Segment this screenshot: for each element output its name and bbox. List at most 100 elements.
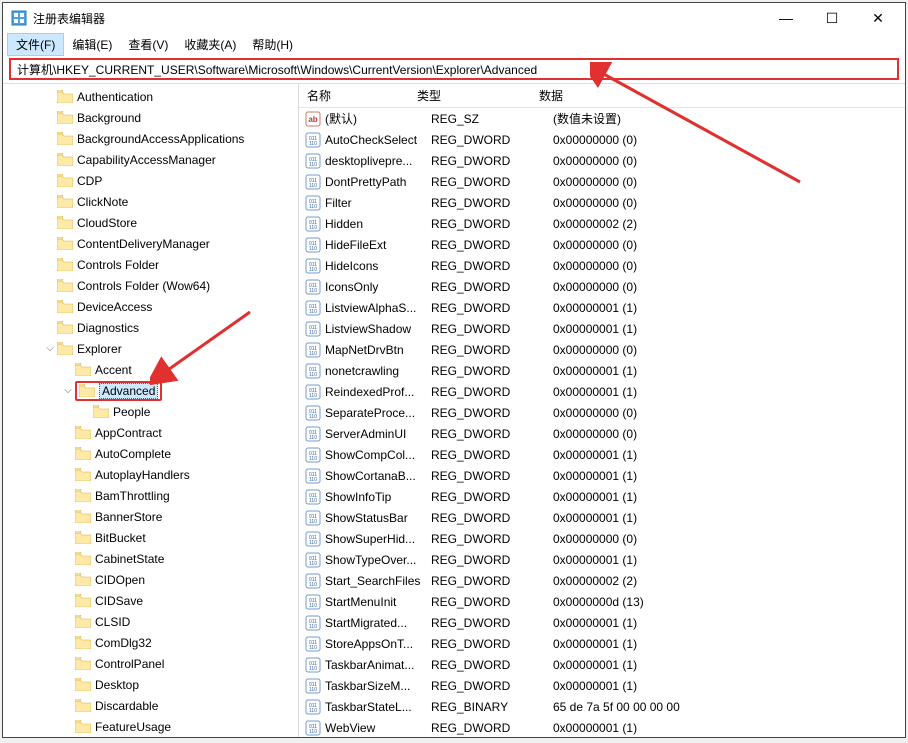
tree-item-contentdeliverymanager[interactable]: ContentDeliveryManager [3,233,298,254]
value-row[interactable]: 011110HideFileExtREG_DWORD0x00000000 (0) [299,234,905,255]
tree-item-discardable[interactable]: Discardable [3,695,298,716]
tree-item-explorer[interactable]: ⌵ Explorer [3,338,298,359]
value-row[interactable]: 011110ListviewShadowREG_DWORD0x00000001 … [299,318,905,339]
value-row[interactable]: 011110HideIconsREG_DWORD0x00000000 (0) [299,255,905,276]
tree-item-accent[interactable]: Accent [3,359,298,380]
value-row[interactable]: 011110StartMenuInitREG_DWORD0x0000000d (… [299,591,905,612]
value-row[interactable]: 011110ShowCompCol...REG_DWORD0x00000001 … [299,444,905,465]
list-pane: 名称 类型 数据 ab(默认)REG_SZ(数值未设置)011110AutoCh… [299,84,905,737]
value-row[interactable]: 011110IconsOnlyREG_DWORD0x00000000 (0) [299,276,905,297]
value-row[interactable]: 011110MapNetDrvBtnREG_DWORD0x00000000 (0… [299,339,905,360]
tree-item-bitbucket[interactable]: BitBucket [3,527,298,548]
value-type: REG_DWORD [429,259,551,273]
value-row[interactable]: 011110ShowStatusBarREG_DWORD0x00000001 (… [299,507,905,528]
value-row[interactable]: 011110nonetcrawlingREG_DWORD0x00000001 (… [299,360,905,381]
tree-item-controls-folder-wow64-[interactable]: Controls Folder (Wow64) [3,275,298,296]
menu-file[interactable]: 文件(F) [7,33,64,56]
tree-item-capabilityaccessmanager[interactable]: CapabilityAccessManager [3,149,298,170]
tree-item-autocomplete[interactable]: AutoComplete [3,443,298,464]
tree-item-controls-folder[interactable]: Controls Folder [3,254,298,275]
menu-view[interactable]: 查看(V) [120,34,176,55]
value-list[interactable]: ab(默认)REG_SZ(数值未设置)011110AutoCheckSelect… [299,108,905,737]
value-row[interactable]: 011110ListviewAlphaS...REG_DWORD0x000000… [299,297,905,318]
tree-item-deviceaccess[interactable]: DeviceAccess [3,296,298,317]
value-row[interactable]: 011110TaskbarStateL...REG_BINARY65 de 7a… [299,696,905,717]
tree-label: ControlPanel [95,657,164,671]
annotation-highlight: Advanced [75,381,162,401]
col-header-type[interactable]: 类型 [409,84,531,107]
menu-help[interactable]: 帮助(H) [244,34,301,55]
binary-value-icon: 011110 [305,195,321,211]
tree-item-advanced[interactable]: ⌵ Advanced [3,380,298,401]
tree-item-autoplayhandlers[interactable]: AutoplayHandlers [3,464,298,485]
tree-item-cidopen[interactable]: CIDOpen [3,569,298,590]
value-row[interactable]: 011110DontPrettyPathREG_DWORD0x00000000 … [299,171,905,192]
value-row[interactable]: 011110AutoCheckSelectREG_DWORD0x00000000… [299,129,905,150]
value-row[interactable]: 011110WebViewREG_DWORD0x00000001 (1) [299,717,905,737]
col-header-name[interactable]: 名称 [299,84,409,107]
maximize-button[interactable]: ☐ [809,3,855,33]
folder-icon [57,153,73,166]
tree-item-people[interactable]: People [3,401,298,422]
tree-item-cidsave[interactable]: CIDSave [3,590,298,611]
close-button[interactable]: ✕ [855,3,901,33]
value-row[interactable]: 011110desktoplivepre...REG_DWORD0x000000… [299,150,905,171]
addressbar-container [3,55,905,83]
value-row[interactable]: 011110ShowInfoTipREG_DWORD0x00000001 (1) [299,486,905,507]
tree-label: Advanced [99,383,158,399]
menu-favorites[interactable]: 收藏夹(A) [176,34,244,55]
value-data: (数值未设置) [551,110,905,127]
expander-icon[interactable]: ⌵ [61,385,75,396]
tree-item-diagnostics[interactable]: Diagnostics [3,317,298,338]
tree-item-backgroundaccessapplications[interactable]: BackgroundAccessApplications [3,128,298,149]
value-row[interactable]: ab(默认)REG_SZ(数值未设置) [299,108,905,129]
value-row[interactable]: 011110ShowCortanaB...REG_DWORD0x00000001… [299,465,905,486]
svg-text:110: 110 [309,729,317,735]
value-data: 0x00000001 (1) [551,637,905,651]
minimize-button[interactable]: — [763,3,809,33]
value-row[interactable]: 011110HiddenREG_DWORD0x00000002 (2) [299,213,905,234]
value-row[interactable]: 011110StartMigrated...REG_DWORD0x0000000… [299,612,905,633]
value-row[interactable]: 011110Start_SearchFilesREG_DWORD0x000000… [299,570,905,591]
tree-item-authentication[interactable]: Authentication [3,86,298,107]
value-row[interactable]: 011110ShowTypeOver...REG_DWORD0x00000001… [299,549,905,570]
address-bar[interactable] [9,58,899,80]
svg-text:110: 110 [309,519,317,525]
col-header-data[interactable]: 数据 [531,84,905,107]
value-row[interactable]: 011110FilterREG_DWORD0x00000000 (0) [299,192,905,213]
tree-item-appcontract[interactable]: AppContract [3,422,298,443]
value-name: StoreAppsOnT... [325,637,429,651]
tree-item-controlpanel[interactable]: ControlPanel [3,653,298,674]
tree-item-bamthrottling[interactable]: BamThrottling [3,485,298,506]
value-row[interactable]: 011110ServerAdminUIREG_DWORD0x00000000 (… [299,423,905,444]
tree-item-cabinetstate[interactable]: CabinetState [3,548,298,569]
tree-item-featureusage[interactable]: FeatureUsage [3,716,298,737]
tree-item-bannerstore[interactable]: BannerStore [3,506,298,527]
value-type: REG_DWORD [429,343,551,357]
titlebar[interactable]: 注册表编辑器 — ☐ ✕ [3,3,905,33]
value-row[interactable]: 011110ReindexedProf...REG_DWORD0x0000000… [299,381,905,402]
svg-text:110: 110 [309,330,317,336]
value-row[interactable]: 011110StoreAppsOnT...REG_DWORD0x00000001… [299,633,905,654]
tree-item-background[interactable]: Background [3,107,298,128]
expander-icon[interactable]: ⌵ [43,343,57,354]
tree-label: BannerStore [95,510,162,524]
regedit-icon [11,10,27,26]
tree-item-clicknote[interactable]: ClickNote [3,191,298,212]
tree-item-comdlg32[interactable]: ComDlg32 [3,632,298,653]
value-data: 0x00000000 (0) [551,343,905,357]
tree-item-cdp[interactable]: CDP [3,170,298,191]
value-row[interactable]: 011110SeparateProce...REG_DWORD0x0000000… [299,402,905,423]
tree-pane[interactable]: AuthenticationBackgroundBackgroundAccess… [3,84,299,737]
tree-label: ClickNote [77,195,128,209]
value-data: 0x00000001 (1) [551,721,905,735]
menu-edit[interactable]: 编辑(E) [64,34,120,55]
value-row[interactable]: 011110TaskbarSizeM...REG_DWORD0x00000001… [299,675,905,696]
tree-item-cloudstore[interactable]: CloudStore [3,212,298,233]
value-row[interactable]: 011110ShowSuperHid...REG_DWORD0x00000000… [299,528,905,549]
tree-label: Explorer [77,342,122,356]
tree-item-clsid[interactable]: CLSID [3,611,298,632]
value-row[interactable]: 011110TaskbarAnimat...REG_DWORD0x0000000… [299,654,905,675]
tree-item-desktop[interactable]: Desktop [3,674,298,695]
value-type: REG_DWORD [429,427,551,441]
